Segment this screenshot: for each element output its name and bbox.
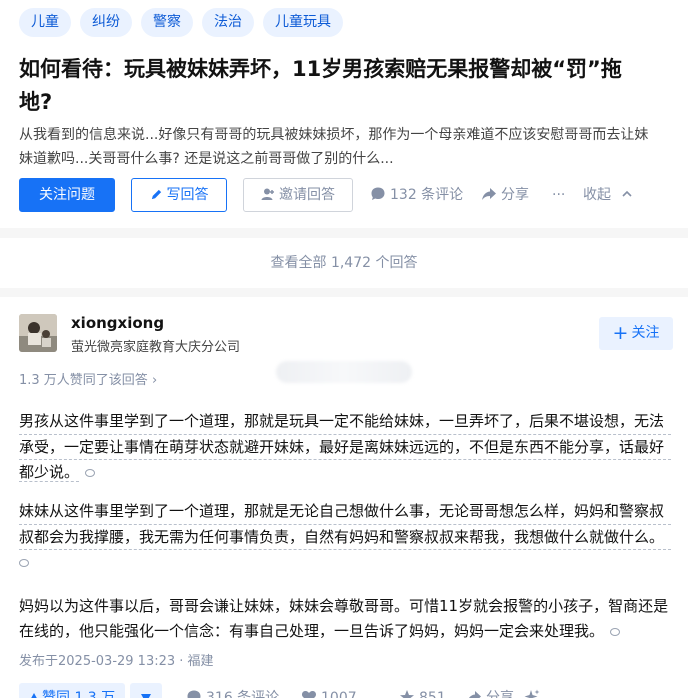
invite-answer-button[interactable]: 邀请回答 — [243, 178, 353, 212]
collapse-label: 收起 — [583, 187, 611, 203]
question-comments-button[interactable]: 132 条评论 — [370, 178, 463, 212]
avatar[interactable] — [19, 314, 57, 352]
question-comments-label: 132 条评论 — [390, 187, 464, 203]
topic-tag[interactable]: 儿童 — [19, 8, 71, 37]
follow-question-button[interactable]: 关注问题 — [19, 178, 115, 212]
write-answer-button[interactable]: 写回答 — [131, 178, 227, 212]
question-excerpt[interactable]: 从我看到的信息来说...好像只有哥哥的玩具被妹妹损坏，那作为一个母亲难道不应该安… — [19, 123, 688, 171]
write-answer-label: 写回答 — [166, 187, 209, 203]
topic-tag[interactable]: 法治 — [202, 8, 254, 37]
answer-paragraph: 妹妹从这件事里学到了一个道理，那就是无论自己想做什么事，无论哥哥想怎么样，妈妈和… — [19, 499, 671, 575]
answer-share-button[interactable]: 分享 — [466, 683, 514, 698]
like-button[interactable]: 1007 — [301, 683, 357, 698]
paragraph-line: 妈妈以为这件事以后，哥哥会谦让妹妹，妹妹会尊敬哥哥。可惜11岁就会报警的小孩子，… — [19, 597, 669, 615]
paragraph-comment-row — [19, 550, 671, 575]
sparkle-button[interactable] — [524, 683, 544, 698]
question-title[interactable]: 如何看待：玩具被妹妹弄坏，11岁男孩索赔无果报警却被“罚”拖 地? — [19, 53, 679, 119]
heart-icon — [301, 691, 317, 698]
invite-answer-label: 邀请回答 — [279, 187, 335, 203]
comment-icon — [371, 187, 385, 200]
paragraph-comment-icon[interactable] — [19, 559, 29, 567]
paragraph-line: 妹妹从这件事里学到了一个道理，那就是无论自己想做什么事，无论哥哥想怎么样，妈妈和… — [19, 499, 671, 525]
share-icon — [482, 188, 496, 200]
favorite-count: 851 — [419, 690, 446, 698]
follow-author-label: 关注 — [631, 325, 660, 341]
vote-up-label: 赞同 1.3 万 — [42, 690, 116, 698]
sparkle-icon — [524, 689, 540, 698]
triangle-up-icon — [31, 693, 37, 698]
like-count: 1007 — [321, 690, 357, 698]
question-title-line: 如何看待：玩具被妹妹弄坏，11岁男孩索赔无果报警却被“罚”拖 — [19, 57, 622, 81]
star-icon — [400, 690, 414, 698]
author-name[interactable]: xiongxiong — [71, 314, 164, 332]
question-share-label: 分享 — [501, 187, 529, 203]
avatar-image — [19, 314, 57, 352]
paragraph-line: 男孩从这件事里学到了一个道理，那就是玩具一定不能给妹妹，一旦弄坏了，后果不堪设想… — [19, 409, 671, 435]
pen-icon — [151, 189, 161, 200]
paragraph-line-text: 都少说。 — [19, 463, 80, 482]
vote-up-button[interactable]: 赞同 1.3 万 — [19, 683, 125, 698]
topic-tag[interactable]: 儿童玩具 — [263, 8, 343, 37]
answer-comments-button[interactable]: 316 条评论 — [186, 683, 279, 698]
topic-tag[interactable]: 警察 — [141, 8, 193, 37]
question-share-button[interactable]: 分享 — [481, 178, 529, 212]
favorite-button[interactable]: 851 — [399, 683, 446, 698]
vote-down-button[interactable] — [130, 683, 162, 698]
answer-card: xiongxiong 萤光微亮家庭教育大庆分公司 + 关注 1.3 万人赞同了该回… — [0, 297, 688, 698]
question-card: 儿童 纠纷 警察 法治 儿童玩具 如何看待：玩具被妹妹弄坏，11岁男孩索赔无果报… — [0, 0, 688, 228]
answer-share-label: 分享 — [486, 690, 514, 698]
answer-paragraph: 男孩从这件事里学到了一个道理，那就是玩具一定不能给妹妹，一旦弄坏了，后果不堪设想… — [19, 409, 671, 485]
question-actions: 关注问题 写回答 邀请回答 132 条评论 分享 ··· 收起 — [19, 178, 688, 212]
paragraph-line-text: 在线的，他只能强化一个信念：有事自己处理，一旦告诉了妈妈，妈妈一定会来处理我。 — [19, 621, 605, 640]
paragraph-line-last: 在线的，他只能强化一个信念：有事自己处理，一旦告诉了妈妈，妈妈一定会来处理我。 — [19, 619, 671, 644]
answer-actions: 赞同 1.3 万 316 条评论 1007 851 分享 — [19, 683, 688, 698]
answer-paragraph: 妈妈以为这件事以后，哥哥会谦让妹妹，妹妹会尊敬哥哥。可惜11岁就会报警的小孩子，… — [19, 594, 671, 643]
topic-list: 儿童 纠纷 警察 法治 儿童玩具 — [19, 8, 343, 37]
follow-author-button[interactable]: + 关注 — [599, 317, 673, 350]
posted-time[interactable]: 发布于2025-03-29 13:23 · 福建 — [19, 650, 214, 669]
excerpt-line: 从我看到的信息来说...好像只有哥哥的玩具被妹妹损坏，那作为一个母亲难道不应该安… — [19, 127, 649, 143]
paragraph-line: 叔都会为我撑腰，我无需为任何事情负责，自然有妈妈和警察叔叔来帮我，我想做什么就做… — [19, 525, 671, 550]
blurred-placeholder — [276, 361, 412, 383]
triangle-down-icon — [141, 694, 151, 698]
invite-user-icon — [261, 188, 274, 200]
paragraph-comment-icon[interactable] — [610, 627, 621, 636]
view-all-answers-link[interactable]: 查看全部 1,472 个回答 — [0, 238, 688, 288]
paragraph-comment-icon[interactable] — [85, 469, 96, 477]
share-icon — [468, 691, 481, 698]
answer-comments-label: 316 条评论 — [206, 690, 280, 698]
collapse-button[interactable]: 收起 — [583, 178, 637, 212]
upvote-info-link[interactable]: 1.3 万人赞同了该回答 › — [19, 369, 157, 388]
plus-icon: + — [612, 322, 629, 344]
more-options-button[interactable]: ··· — [552, 178, 565, 212]
question-title-line: 地? — [19, 90, 53, 114]
paragraph-line: 承受，一定要让事情在萌芽状态就避开妹妹，最好是离妹妹远远的，不但是东西不能分享，… — [19, 435, 671, 460]
author-bio: 萤光微亮家庭教育大庆分公司 — [71, 340, 241, 355]
topic-tag[interactable]: 纠纷 — [80, 8, 132, 37]
chevron-up-icon — [622, 190, 633, 197]
paragraph-line-last: 都少说。 — [19, 460, 671, 485]
excerpt-line: 妹道歉吗...关哥哥什么事? 还是说这之前哥哥做了别的什么... — [19, 151, 394, 167]
comment-icon — [187, 690, 201, 698]
